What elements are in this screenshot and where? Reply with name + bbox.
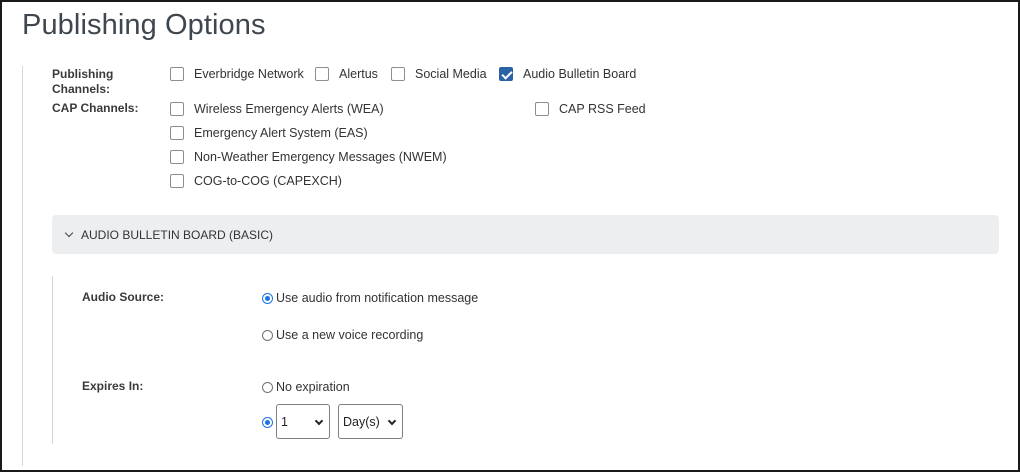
section-divider <box>22 66 23 466</box>
checkbox-box[interactable] <box>535 102 549 116</box>
section-title: AUDIO BULLETIN BOARD (BASIC) <box>81 227 274 242</box>
checkbox-cap-rss-feed[interactable]: CAP RSS Feed <box>535 101 646 117</box>
radio-dot[interactable] <box>262 329 273 341</box>
checkbox-social-media[interactable]: Social Media <box>391 66 487 82</box>
radio-dot-selected[interactable] <box>262 292 273 304</box>
checkbox-alertus[interactable]: Alertus <box>315 66 378 82</box>
expiry-amount-value: 1 <box>281 414 288 429</box>
checkbox-box[interactable] <box>170 174 184 188</box>
chevron-down-icon <box>314 416 324 426</box>
subsection-divider <box>52 276 53 444</box>
checkbox-box[interactable] <box>391 67 405 81</box>
checkbox-box[interactable] <box>170 102 184 116</box>
publishing-channels-label: Publishing Channels: <box>52 67 114 96</box>
radio-label: Use audio from notification message <box>276 291 479 305</box>
expires-in-label: Expires In: <box>82 379 144 393</box>
checkbox-label: Emergency Alert System (EAS) <box>194 126 368 140</box>
checkbox-label: Social Media <box>415 67 487 81</box>
checkbox-label: Non-Weather Emergency Messages (NWEM) <box>194 150 447 164</box>
checkbox-cog-to-cog[interactable]: COG-to-COG (CAPEXCH) <box>170 173 342 189</box>
checkbox-nwem[interactable]: Non-Weather Emergency Messages (NWEM) <box>170 149 447 165</box>
checkbox-box[interactable] <box>170 150 184 164</box>
radio-use-audio-from-notification[interactable]: Use audio from notification message <box>262 290 478 306</box>
checkbox-label: Wireless Emergency Alerts (WEA) <box>194 102 384 116</box>
checkbox-label: COG-to-COG (CAPEXCH) <box>194 174 342 188</box>
checkbox-everbridge-network[interactable]: Everbridge Network <box>170 66 304 82</box>
expiry-amount-select[interactable]: 1 <box>276 404 330 439</box>
checkbox-box-checked[interactable] <box>499 67 513 81</box>
page-title: Publishing Options <box>22 9 266 41</box>
radio-label: Use a new voice recording <box>276 328 424 342</box>
checkbox-box[interactable] <box>170 126 184 140</box>
checkbox-box[interactable] <box>315 67 329 81</box>
chevron-down-icon <box>387 416 397 426</box>
checkbox-label: Audio Bulletin Board <box>523 67 637 81</box>
checkbox-box[interactable] <box>170 67 184 81</box>
expiry-unit-select[interactable]: Day(s) <box>338 404 403 439</box>
radio-label: No expiration <box>276 380 350 394</box>
radio-dot[interactable] <box>262 381 273 393</box>
audio-source-label: Audio Source: <box>82 290 165 304</box>
radio-expire-after[interactable] <box>262 414 276 430</box>
checkbox-label: Everbridge Network <box>194 67 304 81</box>
checkbox-audio-bulletin-board[interactable]: Audio Bulletin Board <box>499 66 636 82</box>
audio-bulletin-board-section-toggle[interactable]: AUDIO BULLETIN BOARD (BASIC) <box>52 215 999 254</box>
chevron-down-icon <box>64 228 74 237</box>
checkbox-label: CAP RSS Feed <box>559 102 646 116</box>
cap-channels-label: CAP Channels: <box>52 101 139 115</box>
checkbox-label: Alertus <box>339 67 378 81</box>
radio-no-expiration[interactable]: No expiration <box>262 379 350 395</box>
radio-use-new-voice-recording[interactable]: Use a new voice recording <box>262 327 423 343</box>
checkbox-wea[interactable]: Wireless Emergency Alerts (WEA) <box>170 101 384 117</box>
radio-dot-selected[interactable] <box>262 416 273 428</box>
checkbox-eas[interactable]: Emergency Alert System (EAS) <box>170 125 368 141</box>
expiry-unit-value: Day(s) <box>343 414 380 429</box>
